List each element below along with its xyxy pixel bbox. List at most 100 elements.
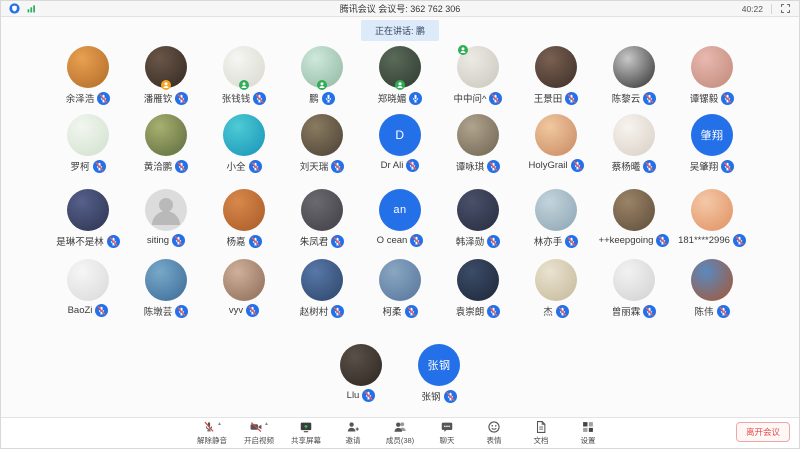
participant-name: Llu xyxy=(347,390,360,401)
participant-tile[interactable]: 张钱钱 xyxy=(205,46,283,102)
mic-muted-icon xyxy=(643,92,656,105)
participant-name: 陈伟 xyxy=(694,304,713,318)
toolbar-item-settings[interactable]: 设置 xyxy=(573,420,603,446)
participant-tile[interactable]: 罗柯 xyxy=(49,114,127,170)
fullscreen-icon[interactable] xyxy=(780,3,791,14)
participant-tile[interactable]: BaoZi xyxy=(49,259,127,315)
participant-tile[interactable]: 是琳不是林 xyxy=(49,189,127,245)
network-signal-icon xyxy=(26,3,37,14)
participant-tile[interactable]: 柯柔 xyxy=(361,259,439,315)
participant-tile[interactable]: 曾丽霖 xyxy=(595,259,673,315)
avatar xyxy=(67,114,109,156)
participant-tile[interactable]: 赵树村 xyxy=(283,259,361,315)
toolbar-item-emoji[interactable]: 表情 xyxy=(479,420,509,446)
participant-tile[interactable]: anO cean xyxy=(361,189,439,245)
leave-meeting-button[interactable]: 离开会议 xyxy=(736,422,790,442)
participant-tile[interactable]: 陈墩芸 xyxy=(127,259,205,315)
participant-name: 谭镙毅 xyxy=(690,91,719,105)
mic-muted-icon xyxy=(656,234,669,247)
avatar-initials: 肇翔 xyxy=(701,127,724,143)
avatar xyxy=(691,189,733,231)
participant-tile[interactable]: 中中问^ xyxy=(439,46,517,102)
participant-tile[interactable]: 181****2996 xyxy=(673,189,751,245)
participant-name: 张钱钱 xyxy=(222,91,251,105)
participant-tile[interactable]: 张钢张钢 xyxy=(400,344,478,400)
participant-tile[interactable]: 杨嘉 xyxy=(205,189,283,245)
avatar xyxy=(223,46,265,88)
participant-tile[interactable]: 王景田 xyxy=(517,46,595,102)
toolbar-item-label: 成员(38) xyxy=(386,435,414,446)
participant-name: 小全 xyxy=(226,159,245,173)
avatar xyxy=(379,46,421,88)
participant-tile[interactable]: siting xyxy=(127,189,205,245)
toolbar-item-invite[interactable]: 邀请 xyxy=(338,420,368,446)
toolbar-item-members[interactable]: 成员(38) xyxy=(385,420,415,446)
participant-tile[interactable]: 谭咏琪 xyxy=(439,114,517,170)
participant-tile[interactable]: 余泽浩 xyxy=(49,46,127,102)
toolbar-item-chat[interactable]: 聊天 xyxy=(432,420,462,446)
participant-name: 陈黎云 xyxy=(612,91,641,105)
participant-tile[interactable]: 蔡杨曦 xyxy=(595,114,673,170)
role-badge-icon xyxy=(458,45,468,55)
toolbar-item-mic-off[interactable]: ▲ 解除静音 xyxy=(197,420,227,446)
grid-row: BaoZi陈墩芸vyv赵树村柯柔袁崇朗 杰 曾丽霖陈伟 xyxy=(1,259,799,315)
mic-muted-icon xyxy=(362,389,375,402)
toolbar-item-label: 文档 xyxy=(534,435,549,446)
toolbar-item-label: 聊天 xyxy=(440,435,455,446)
mic-muted-icon xyxy=(721,92,734,105)
avatar xyxy=(145,46,187,88)
participant-tile[interactable]: 杰 xyxy=(517,259,595,315)
participant-tile[interactable]: 潘雁钦 xyxy=(127,46,205,102)
participant-tile[interactable]: 刘天瑞 xyxy=(283,114,361,170)
topbar: 腾讯会议 会议号: 362 762 306 40:22 xyxy=(1,1,799,17)
participant-name: 袁崇朗 xyxy=(456,304,485,318)
toolbar-item-doc[interactable]: 文档 xyxy=(526,420,556,446)
avatar xyxy=(301,189,343,231)
participants-grid: 余泽浩潘雁钦张钱钱 鹏郑晓媚中中问^ 王景田陈黎云 谭镙毅罗柯黄洽鹏小全 刘天瑞 DDr … xyxy=(1,17,799,400)
toolbar-item-label: 解除静音 xyxy=(197,435,227,446)
mic-muted-icon xyxy=(405,305,418,318)
mic-on-icon xyxy=(409,92,422,105)
participant-tile[interactable]: 陈伟 xyxy=(673,259,751,315)
caret-up-icon[interactable]: ▲ xyxy=(217,421,222,427)
caret-up-icon[interactable]: ▲ xyxy=(264,421,269,427)
toolbar-item-label: 设置 xyxy=(581,435,596,446)
toolbar-item-label: 开启视频 xyxy=(244,435,274,446)
participant-tile[interactable]: 小全 xyxy=(205,114,283,170)
participant-tile[interactable]: HolyGrail xyxy=(517,114,595,170)
mic-muted-icon xyxy=(172,234,185,247)
toolbar-item-screen-share[interactable]: 共享屏幕 xyxy=(291,420,321,446)
participant-tile[interactable]: 朱凤君 xyxy=(283,189,361,245)
participant-tile[interactable]: ++keepgoing xyxy=(595,189,673,245)
participant-tile[interactable]: 袁崇朗 xyxy=(439,259,517,315)
toolbar-item-camera-off[interactable]: ▲ 开启视频 xyxy=(244,420,274,446)
participant-tile[interactable]: 郑晓媚 xyxy=(361,46,439,102)
participant-tile[interactable]: DDr Ali xyxy=(361,114,439,170)
mic-muted-icon xyxy=(246,304,259,317)
participant-tile[interactable]: 陈黎云 xyxy=(595,46,673,102)
participant-name: 刘天瑞 xyxy=(300,159,329,173)
mic-muted-icon xyxy=(253,92,266,105)
mic-on-icon xyxy=(322,92,335,105)
avatar xyxy=(379,259,421,301)
mic-muted-icon xyxy=(565,235,578,248)
participant-tile[interactable]: 林亦手 xyxy=(517,189,595,245)
meeting-title: 腾讯会议 会议号: 362 762 306 xyxy=(1,2,799,15)
participant-name: 杰 xyxy=(543,304,553,318)
participant-tile[interactable]: 肇翔吴肇翔 xyxy=(673,114,751,170)
participant-name: 林亦手 xyxy=(534,234,563,248)
role-badge-icon xyxy=(317,80,327,90)
participant-tile[interactable]: 韩泽勋 xyxy=(439,189,517,245)
participant-tile[interactable]: Llu xyxy=(322,344,400,400)
participant-tile[interactable]: 鹏 xyxy=(283,46,361,102)
participant-name: 中中问^ xyxy=(454,91,487,105)
avatar xyxy=(535,114,577,156)
avatar xyxy=(223,114,265,156)
participant-tile[interactable]: 黄洽鹏 xyxy=(127,114,205,170)
participant-name: 蔡杨曦 xyxy=(612,159,641,173)
participant-tile[interactable]: 谭镙毅 xyxy=(673,46,751,102)
avatar xyxy=(67,259,109,301)
participant-name: 朱凤君 xyxy=(300,234,329,248)
participant-tile[interactable]: vyv xyxy=(205,259,283,315)
mic-muted-icon xyxy=(249,160,262,173)
